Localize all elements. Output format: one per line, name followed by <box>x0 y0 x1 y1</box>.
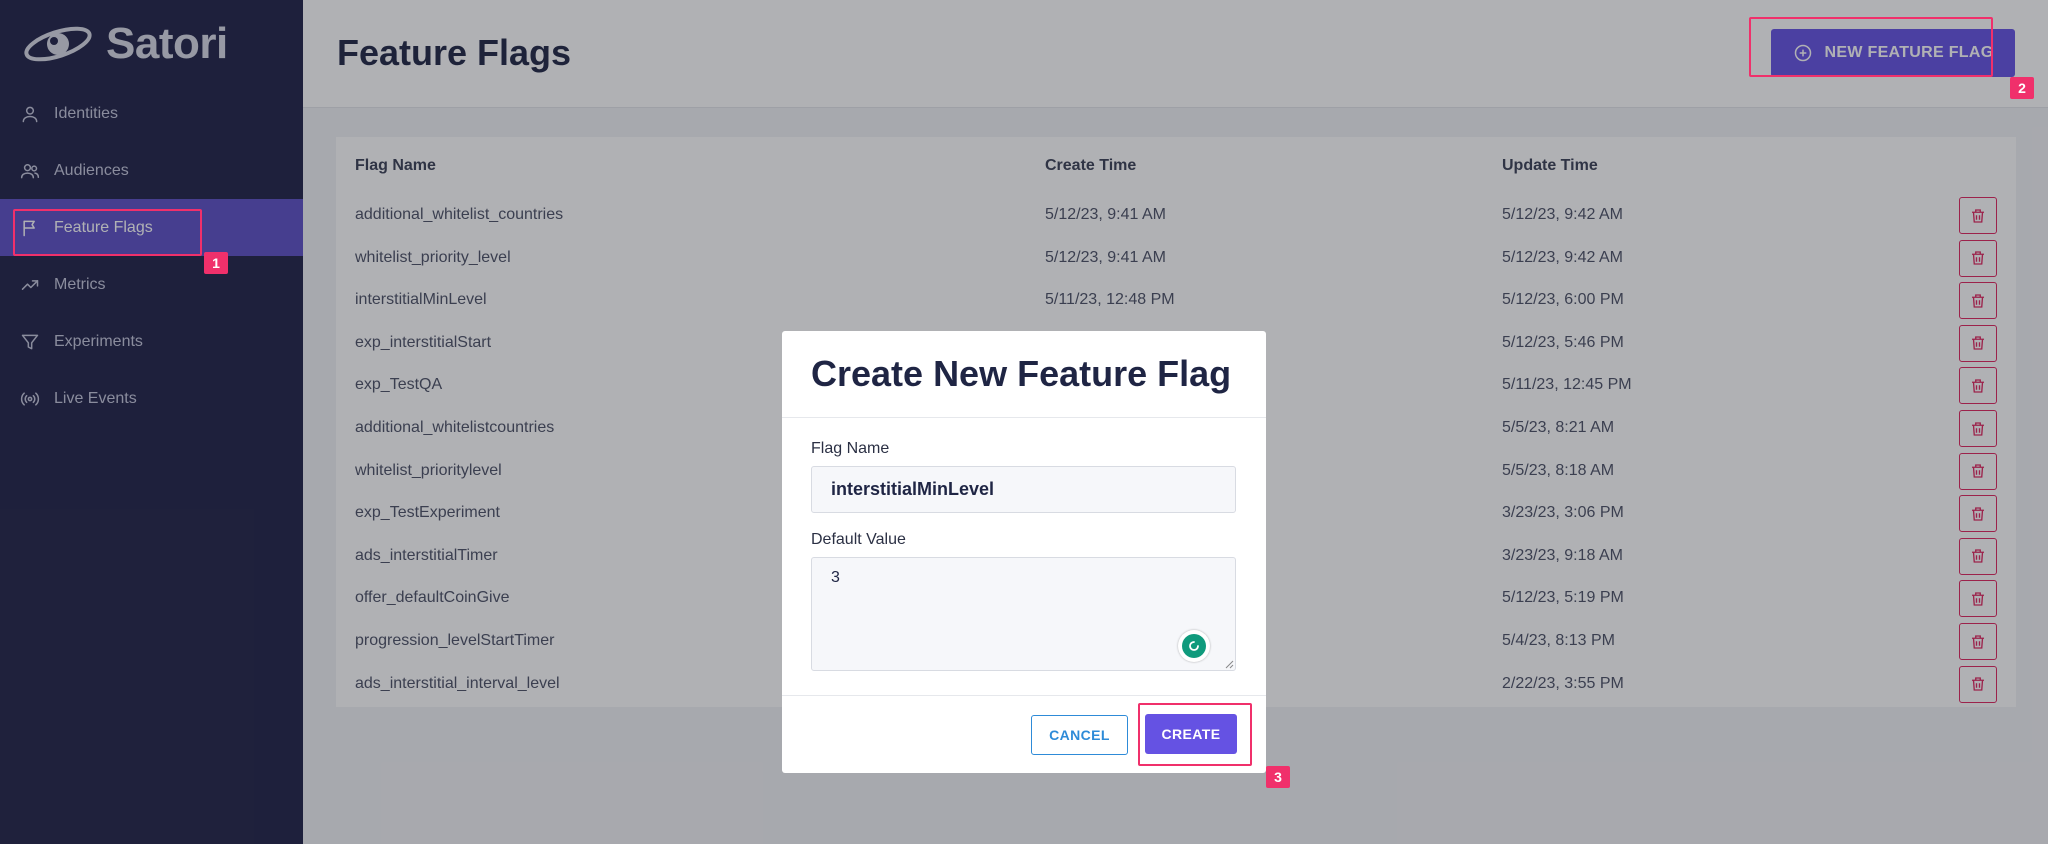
resize-handle-icon[interactable] <box>1224 659 1234 669</box>
default-value-label: Default Value <box>811 531 906 548</box>
divider <box>782 417 1266 418</box>
highlight-create <box>1138 703 1252 766</box>
grammarly-status-icon[interactable] <box>1178 630 1210 662</box>
flag-name-label: Flag Name <box>811 440 890 457</box>
dialog-title: Create New Feature Flag <box>811 353 1232 394</box>
default-value-textarea[interactable]: 3 <box>811 557 1236 671</box>
highlight-feature-flags <box>13 209 202 256</box>
divider <box>782 695 1266 696</box>
flag-name-input[interactable] <box>811 466 1236 513</box>
annotation-badge: 2 <box>2010 77 2034 99</box>
cancel-button[interactable]: CANCEL <box>1031 715 1128 755</box>
highlight-new-feature-flag <box>1749 17 1993 77</box>
annotation-badge: 1 <box>204 252 228 274</box>
annotation-badge: 3 <box>1266 766 1290 788</box>
